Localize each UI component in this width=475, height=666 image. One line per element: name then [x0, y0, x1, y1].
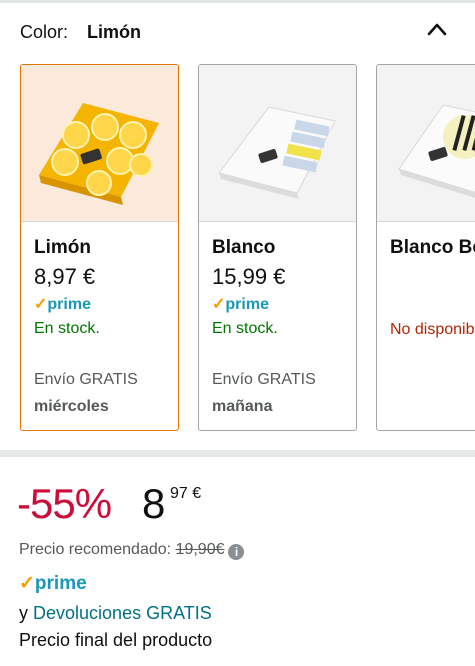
shipping-text: Envío GRATIS [212, 371, 316, 388]
price-whole: 8 [142, 480, 166, 527]
chevron-up-icon[interactable] [426, 21, 448, 37]
rrp-value: 19,90€ [175, 541, 225, 558]
prime-check-icon: ✓ [19, 573, 35, 594]
returns-prefix: y [19, 603, 28, 623]
swatch-card-blanco-bo[interactable]: Blanco Bo No disponible. [376, 64, 475, 431]
swatch-card-limon[interactable]: Limón 8,97 € ✓prime En stock. Envío GRAT… [20, 64, 179, 431]
free-returns-link[interactable]: Devoluciones GRATIS [33, 603, 212, 623]
prime-check-icon: ✓ [212, 296, 226, 313]
selected-color-value: Limón [87, 22, 141, 42]
variant-name: Limón [34, 237, 91, 258]
recommended-price: Precio recomendado: 19,90€ i [19, 541, 245, 560]
variant-name: Blanco Bo [390, 237, 475, 258]
color-selector-header[interactable]: Color: Limón [0, 3, 475, 59]
variant-price: 15,99 € [212, 264, 286, 289]
product-image-blanco [199, 65, 356, 222]
final-price-note: Precio final del producto [19, 630, 213, 650]
stock-status: En stock. [34, 320, 100, 337]
delivery-day: mañana [212, 398, 273, 415]
prime-badge: ✓prime [34, 296, 91, 313]
color-swatch-list: Limón 8,97 € ✓prime En stock. Envío GRAT… [0, 64, 475, 432]
section-divider [0, 450, 475, 457]
product-image-blanco-bo [377, 65, 475, 222]
delivery-day: miércoles [34, 398, 109, 415]
discount-percentage: -55% [17, 480, 112, 527]
shipping-text: Envío GRATIS [34, 371, 138, 388]
prime-check-icon: ✓ [34, 296, 48, 313]
price-fraction: 97 € [170, 485, 202, 502]
swatch-card-blanco[interactable]: Blanco 15,99 € ✓prime En stock. Envío GR… [198, 64, 357, 431]
stock-status: En stock. [212, 320, 278, 337]
stock-status: No disponible. [390, 321, 475, 338]
rrp-label: Precio recomendado: [19, 541, 172, 558]
prime-badge: ✓prime [212, 296, 269, 313]
product-image-limon [21, 65, 178, 222]
returns-line: y Devoluciones GRATIS [19, 603, 212, 624]
prime-logo: ✓prime [19, 573, 87, 594]
color-label: Color: [20, 22, 69, 42]
info-icon[interactable]: i [228, 544, 245, 560]
variant-name: Blanco [212, 237, 276, 258]
variant-price: 8,97 € [34, 264, 96, 289]
